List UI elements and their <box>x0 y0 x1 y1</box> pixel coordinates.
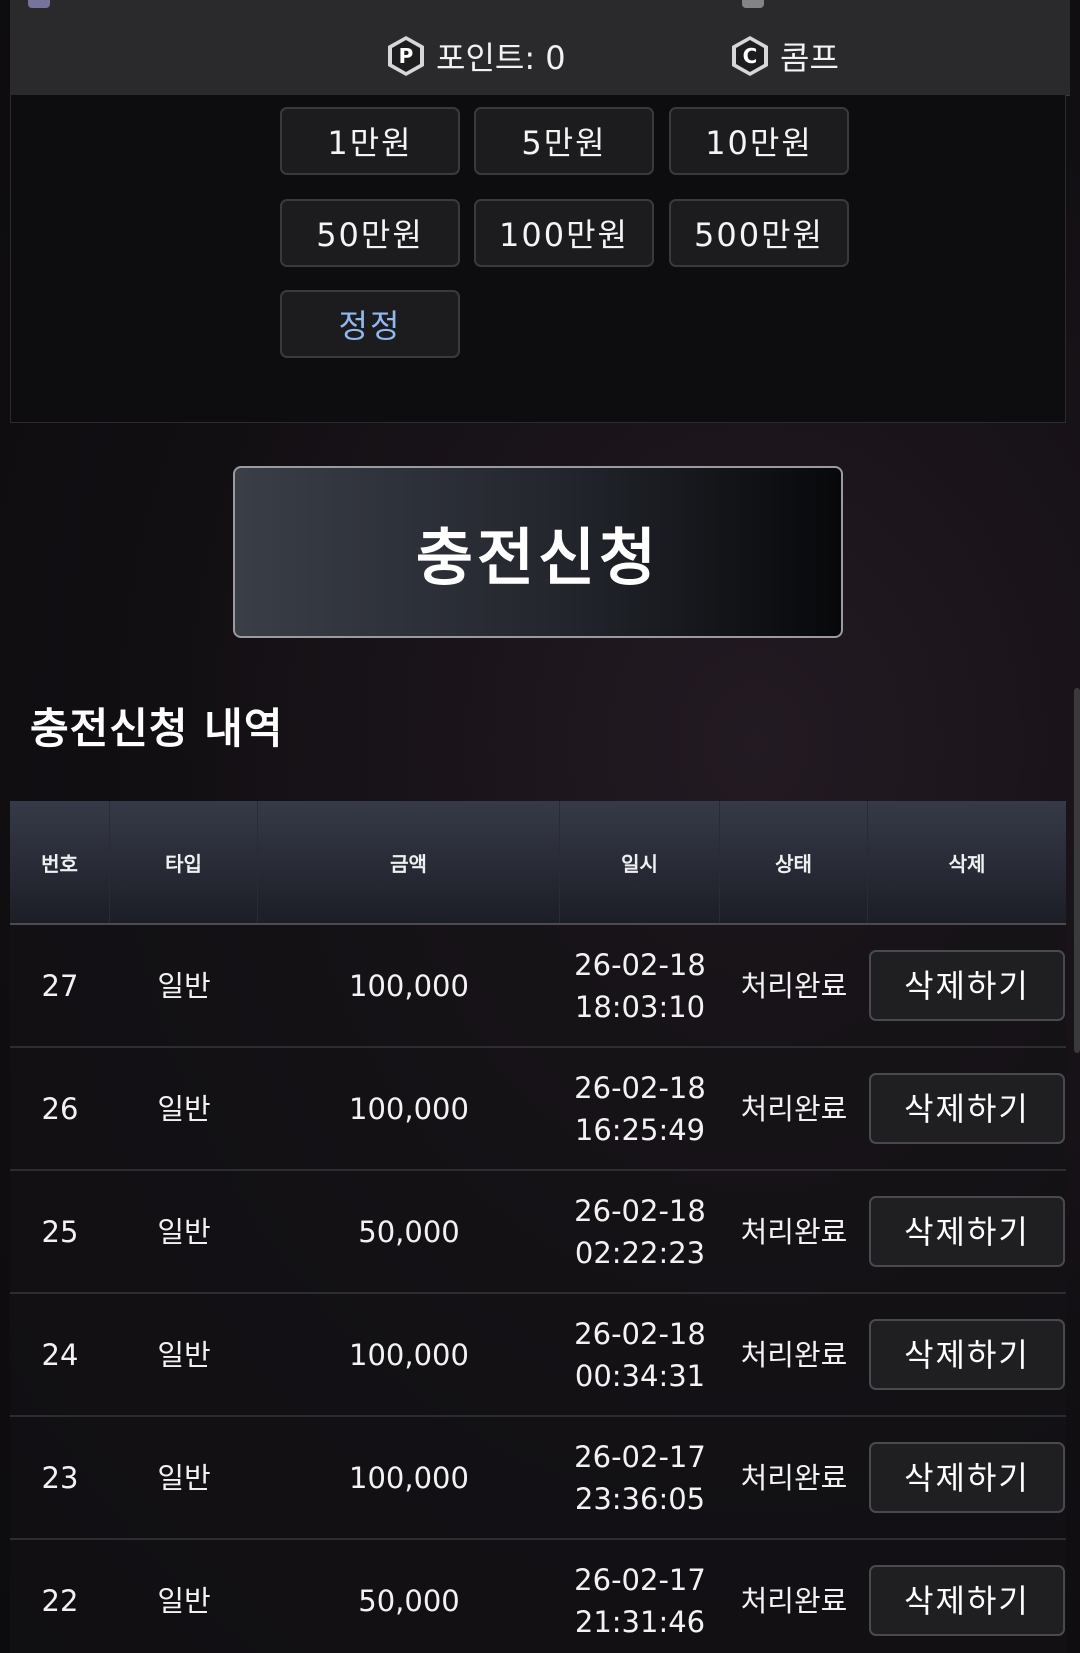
column-header-amount: 금액 <box>258 801 560 923</box>
row-date: 26-02-18 <box>574 947 706 982</box>
row-date: 26-02-18 <box>574 1193 706 1228</box>
row-status: 처리완료 <box>740 1337 848 1372</box>
delete-button[interactable]: 삭제하기 <box>869 1565 1065 1636</box>
top-status-bar: P 포인트: 0 C 콤프 <box>10 0 1070 96</box>
charge-history-table: 번호 타입 금액 일시 상태 삭제 27 일반 100,000 26-02-18… <box>10 801 1066 1653</box>
table-row: 24 일반 100,000 26-02-18 00:34:31 처리완료 삭제하… <box>10 1294 1066 1417</box>
row-amount: 100,000 <box>349 1091 469 1126</box>
row-type: 일반 <box>157 1583 211 1618</box>
delete-button[interactable]: 삭제하기 <box>869 1442 1065 1513</box>
row-action: 삭제하기 <box>868 925 1066 1046</box>
table-row: 25 일반 50,000 26-02-18 02:22:23 처리완료 삭제하기 <box>10 1171 1066 1294</box>
row-number: 22 <box>41 1583 79 1618</box>
row-datetime: 26-02-18 18:03:10 <box>560 925 720 1046</box>
row-amount: 100,000 <box>349 1460 469 1495</box>
row-amount: 100,000 <box>349 1337 469 1372</box>
row-date: 26-02-17 <box>574 1562 706 1597</box>
points-display[interactable]: P 포인트: 0 <box>388 34 566 78</box>
row-number: 27 <box>41 968 79 1003</box>
comp-display[interactable]: C 콤프 <box>732 34 839 78</box>
amount-button-100000[interactable]: 10만원 <box>669 107 849 175</box>
row-amount: 50,000 <box>358 1214 460 1249</box>
row-status: 처리완료 <box>740 1460 848 1495</box>
table-row: 27 일반 100,000 26-02-18 18:03:10 처리완료 삭제하… <box>10 925 1066 1048</box>
row-date: 26-02-17 <box>574 1439 706 1474</box>
amount-button-5000000[interactable]: 500만원 <box>669 199 849 267</box>
amount-button-10000[interactable]: 1만원 <box>280 107 460 175</box>
row-type: 일반 <box>157 1337 211 1372</box>
row-action: 삭제하기 <box>868 1294 1066 1415</box>
column-header-datetime: 일시 <box>560 801 720 923</box>
row-time: 16:25:49 <box>574 1112 706 1147</box>
amount-button-500000[interactable]: 50만원 <box>280 199 460 267</box>
delete-button[interactable]: 삭제하기 <box>869 1319 1065 1390</box>
page-scrollbar[interactable] <box>1074 688 1080 1053</box>
row-datetime: 26-02-18 00:34:31 <box>560 1294 720 1415</box>
table-row: 26 일반 100,000 26-02-18 16:25:49 처리완료 삭제하… <box>10 1048 1066 1171</box>
column-header-delete: 삭제 <box>948 851 986 876</box>
row-type: 일반 <box>157 1214 211 1249</box>
row-time: 18:03:10 <box>574 989 706 1024</box>
column-header-type: 타입 <box>110 801 258 923</box>
row-time: 23:36:05 <box>574 1481 706 1516</box>
row-number: 25 <box>41 1214 79 1249</box>
table-row: 23 일반 100,000 26-02-17 23:36:05 처리완료 삭제하… <box>10 1417 1066 1540</box>
row-status: 처리완료 <box>740 1091 848 1126</box>
row-action: 삭제하기 <box>868 1048 1066 1169</box>
row-type: 일반 <box>157 1460 211 1495</box>
row-action: 삭제하기 <box>868 1171 1066 1292</box>
comp-label: 콤프 <box>780 39 839 77</box>
delete-button[interactable]: 삭제하기 <box>869 1196 1065 1267</box>
row-action: 삭제하기 <box>868 1540 1066 1653</box>
row-number: 23 <box>41 1460 79 1495</box>
charge-page: P 포인트: 0 C 콤프 1만원 5만원 10만원 50만원 100만원 50… <box>0 0 1080 1653</box>
rank-icon <box>28 0 50 8</box>
row-time: 21:31:46 <box>574 1604 706 1639</box>
table-header: 번호 타입 금액 일시 상태 삭제 <box>10 801 1066 925</box>
row-amount: 50,000 <box>358 1583 460 1618</box>
row-amount: 100,000 <box>349 968 469 1003</box>
delete-button[interactable]: 삭제하기 <box>869 950 1065 1021</box>
row-datetime: 26-02-18 16:25:49 <box>560 1048 720 1169</box>
amount-button-1000000[interactable]: 100만원 <box>474 199 654 267</box>
amount-button-50000[interactable]: 5만원 <box>474 107 654 175</box>
row-status: 처리완료 <box>740 1214 848 1249</box>
row-status: 처리완료 <box>740 968 848 1003</box>
row-datetime: 26-02-17 21:31:46 <box>560 1540 720 1653</box>
row-number: 26 <box>41 1091 79 1126</box>
points-icon: P <box>388 36 424 76</box>
reset-amount-button[interactable]: 정정 <box>280 290 460 358</box>
amount-selector-panel: 1만원 5만원 10만원 50만원 100만원 500만원 정정 <box>10 95 1066 423</box>
delete-button[interactable]: 삭제하기 <box>869 1073 1065 1144</box>
row-number: 24 <box>41 1337 79 1372</box>
row-datetime: 26-02-17 23:36:05 <box>560 1417 720 1538</box>
comp-icon: C <box>732 36 768 76</box>
row-date: 26-02-18 <box>574 1316 706 1351</box>
column-header-status: 상태 <box>720 801 868 923</box>
row-date: 26-02-18 <box>574 1070 706 1105</box>
row-time: 00:34:31 <box>574 1358 706 1393</box>
table-row: 22 일반 50,000 26-02-17 21:31:46 처리완료 삭제하기 <box>10 1540 1066 1653</box>
row-status: 처리완료 <box>740 1583 848 1618</box>
row-datetime: 26-02-18 02:22:23 <box>560 1171 720 1292</box>
charge-request-button[interactable]: 충전신청 <box>233 466 843 638</box>
row-type: 일반 <box>157 1091 211 1126</box>
row-type: 일반 <box>157 968 211 1003</box>
history-title: 충전신청 내역 <box>30 704 284 753</box>
points-label: 포인트: 0 <box>436 39 566 77</box>
row-time: 02:22:23 <box>574 1235 706 1270</box>
column-header-number: 번호 <box>10 801 110 923</box>
row-action: 삭제하기 <box>868 1417 1066 1538</box>
badge-icon <box>742 0 764 8</box>
